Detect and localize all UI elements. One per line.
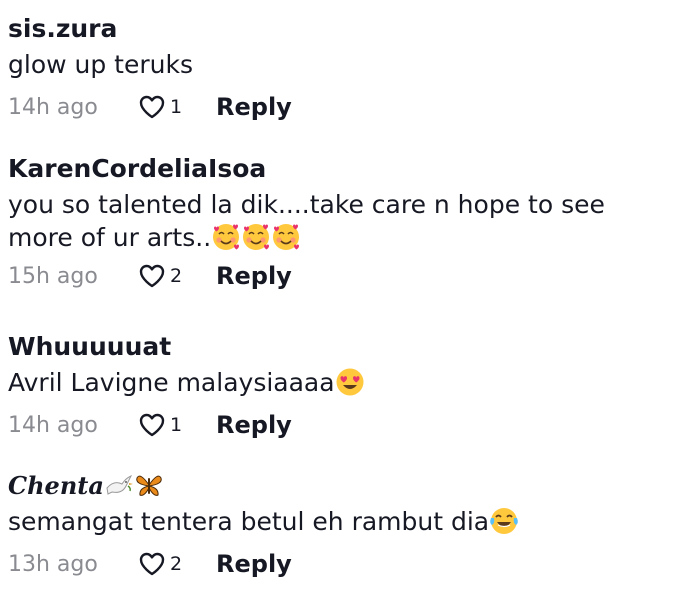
comment-item: Chenta semangat tentera betul eh rambut … [8,470,670,580]
like-count: 2 [170,553,183,575]
comment-timestamp: 15h ago [8,263,98,289]
comment-meta: 13h ago 2 Reply [8,548,670,580]
smiling-face-with-hearts-icon [271,222,301,252]
comment-username-text: Chenta [8,471,104,500]
reply-button[interactable]: Reply [216,411,292,439]
like-count: 2 [170,265,183,287]
smiling-face-with-hearts-icon [241,222,271,252]
comment-username[interactable]: Whuuuuuat [8,332,670,362]
like-count: 1 [170,414,183,436]
comment-text-content: semangat tentera betul eh rambut dia [8,507,490,536]
reply-button[interactable]: Reply [216,93,292,121]
comment-text: Avril Lavigne malaysiaaaa [8,366,670,399]
comment-meta: 14h ago 1 Reply [8,91,670,123]
heart-outline-icon[interactable] [138,94,166,120]
comment-text-content: Avril Lavigne malaysiaaaa [8,368,335,397]
heart-outline-icon[interactable] [138,412,166,438]
dove-icon [104,470,134,500]
like-button[interactable]: 2 [138,263,216,289]
heart-eyes-icon [335,367,365,397]
comment-timestamp: 13h ago [8,551,98,577]
comment-meta: 14h ago 1 Reply [8,409,670,441]
face-with-tears-of-joy-icon [489,506,519,536]
comment-text-line: more of ur arts.. [8,223,212,252]
comment-item: Whuuuuuat Avril Lavigne malaysiaaaa 14h … [8,332,670,441]
comment-username[interactable]: sis.zura [8,14,670,44]
like-button[interactable]: 1 [138,94,216,120]
comment-meta: 15h ago 2 Reply [8,260,670,292]
heart-outline-icon[interactable] [138,551,166,577]
reply-button[interactable]: Reply [216,550,292,578]
comment-text: you so talented la dik....take care n ho… [8,188,670,254]
smiling-face-with-hearts-icon [211,222,241,252]
butterfly-icon [134,470,164,500]
like-count: 1 [170,96,183,118]
comment-username[interactable]: KarenCordeliaIsoa [8,154,670,184]
comment-text-line: you so talented la dik....take care n ho… [8,190,605,219]
comment-timestamp: 14h ago [8,94,98,120]
comment-username[interactable]: Chenta [8,470,670,501]
comment-timestamp: 14h ago [8,412,98,438]
comment-item: KarenCordeliaIsoa you so talented la dik… [8,154,670,292]
like-button[interactable]: 2 [138,551,216,577]
heart-outline-icon[interactable] [138,263,166,289]
comment-item: sis.zura glow up teruks 14h ago 1 Reply [8,14,670,123]
comment-text: glow up teruks [8,48,670,81]
like-button[interactable]: 1 [138,412,216,438]
reply-button[interactable]: Reply [216,262,292,290]
comment-text: semangat tentera betul eh rambut dia [8,505,670,538]
comment-text-content: glow up teruks [8,50,193,79]
